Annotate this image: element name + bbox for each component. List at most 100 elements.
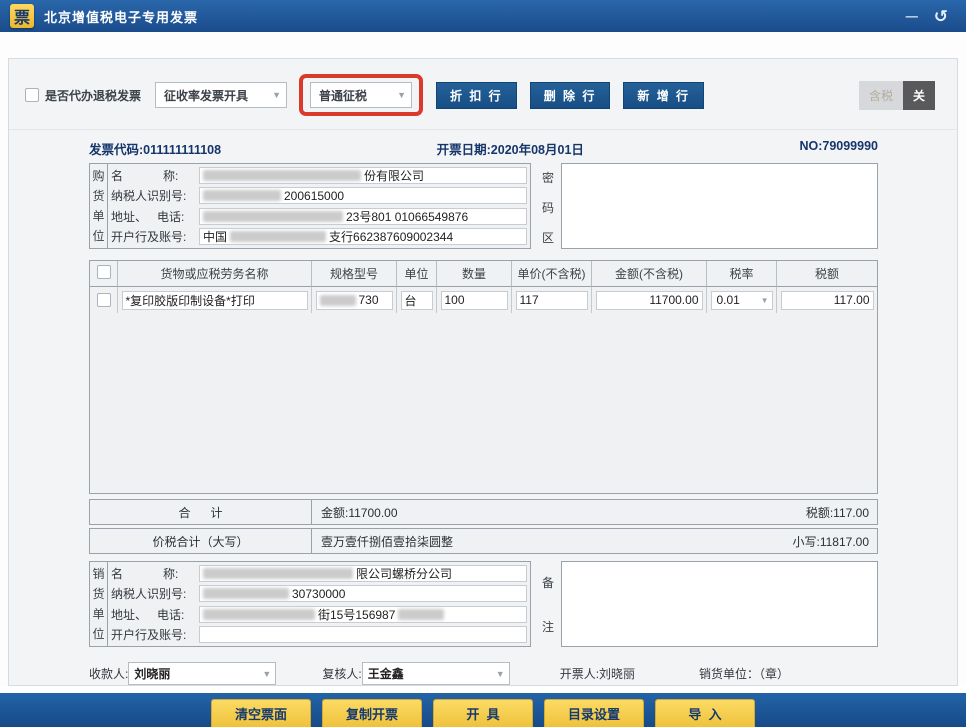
item-amount-field[interactable]: 11700.00 <box>596 291 703 310</box>
window-titlebar: 票 北京增值税电子专用发票 ─ ↺ <box>0 0 966 32</box>
buyer-section: 购货单位 名 称: 份有限公司 纳税人识别号: <box>89 163 878 253</box>
item-name-field[interactable]: *复印胶版印制设备*打印 <box>122 291 308 310</box>
col-amount: 金额(不含税) <box>592 261 707 287</box>
window-title: 北京增值税电子专用发票 <box>44 7 198 26</box>
buyer-bank-value: 支行662387609002344 <box>329 228 453 245</box>
redacted-text <box>230 231 326 242</box>
reviewer-select[interactable]: 王金鑫 ▼ <box>362 662 510 685</box>
item-price-field[interactable]: 117 <box>516 291 588 310</box>
items-table: 货物或应税劳务名称 规格型号 单位 数量 单价(不含税) 金额(不含税) 税率 … <box>89 260 878 494</box>
password-area[interactable] <box>561 163 878 249</box>
reviewer-label: 复核人: <box>322 665 361 682</box>
item-rate-select[interactable]: 0.01 ▼ <box>711 291 773 310</box>
select-all-checkbox[interactable] <box>97 265 111 279</box>
item-tax-field[interactable]: 117.00 <box>781 291 874 310</box>
row-checkbox[interactable] <box>97 293 111 307</box>
app-logo-icon: 票 <box>10 4 34 28</box>
col-spec: 规格型号 <box>312 261 397 287</box>
issue-mode-select[interactable]: 征收率发票开具 ▼ <box>155 82 287 108</box>
item-spec-value: 730 <box>359 293 379 307</box>
col-goods-name: 货物或应税劳务名称 <box>118 261 312 287</box>
add-row-button[interactable]: 新 增 行 <box>623 82 704 109</box>
import-button[interactable]: 导 入 <box>655 699 755 727</box>
signer-row: 收款人: 刘晓丽 ▼ 复核人: 王金鑫 ▼ 开票人:刘晓丽 销货单位：（章） <box>89 662 878 685</box>
buyer-name-value: 份有限公司 <box>364 167 424 184</box>
delete-row-button[interactable]: 删 除 行 <box>530 82 611 109</box>
copy-invoice-button[interactable]: 复制开票 <box>322 699 422 727</box>
discount-row-button[interactable]: 折 扣 行 <box>436 82 517 109</box>
app-window: 票 北京增值税电子专用发票 ─ ↺ 是否代办退税发票 征收率发票开具 ▼ 普通征… <box>0 0 966 727</box>
totals-label: 合 计 <box>90 500 312 524</box>
seller-seal-text: 销货单位：（章） <box>699 665 789 682</box>
seller-tax-id-value: 30730000 <box>292 587 345 601</box>
buyer-bank-field[interactable]: 中国 支行662387609002344 <box>199 228 527 245</box>
item-qty-field[interactable]: 100 <box>441 291 508 310</box>
seller-address-field[interactable]: 街15号156987 <box>199 606 527 623</box>
items-empty-area <box>90 313 877 493</box>
minimize-button[interactable]: ─ <box>906 8 918 25</box>
tax-included-label[interactable]: 含税 <box>859 81 903 110</box>
reviewer-value: 王金鑫 <box>368 665 404 682</box>
chevron-down-icon: ▼ <box>496 669 505 679</box>
chevron-down-icon: ▼ <box>397 90 406 100</box>
seller-bank-field[interactable] <box>199 626 527 643</box>
seller-box: 销货单位 名 称: 限公司螺桥分公司 纳税人识别号: <box>89 561 531 647</box>
invoice-code: 发票代码:011111111108 <box>89 139 221 158</box>
buyer-address-field[interactable]: 23号801 01066549876 <box>199 208 527 225</box>
chevron-down-icon: ▼ <box>761 296 769 305</box>
buyer-address-label: 地址、 电话: <box>111 208 199 225</box>
remark-area[interactable] <box>561 561 878 647</box>
buyer-tax-id-value: 200615000 <box>284 189 344 203</box>
redacted-text <box>203 170 361 181</box>
seller-tax-id-field[interactable]: 30730000 <box>199 585 527 602</box>
item-rate-value: 0.01 <box>717 293 740 307</box>
buyer-bank-label: 开户行及账号: <box>111 228 199 245</box>
toolbar: 是否代办退税发票 征收率发票开具 ▼ 普通征税 ▼ 折 扣 行 删 除 行 新 … <box>9 59 957 130</box>
refund-checkbox-label: 是否代办退税发票 <box>45 87 141 104</box>
select-all-cell <box>90 261 118 287</box>
issue-mode-value: 征收率发票开具 <box>164 87 248 104</box>
invoice-panel: 是否代办退税发票 征收率发票开具 ▼ 普通征税 ▼ 折 扣 行 删 除 行 新 … <box>8 58 958 686</box>
tax-off-button[interactable]: 关 <box>903 81 935 110</box>
seller-side-label: 销货单位 <box>90 562 108 646</box>
invoice-number: NO:79099990 <box>799 139 878 158</box>
payee-value: 刘晓丽 <box>134 665 170 682</box>
tax-included-toggle: 含税 关 <box>859 81 935 110</box>
highlight-red-box: 普通征税 ▼ <box>299 74 423 116</box>
buyer-tax-id-field[interactable]: 200615000 <box>199 187 527 204</box>
redacted-text <box>203 190 281 201</box>
directory-settings-button[interactable]: 目录设置 <box>544 699 644 727</box>
issue-button[interactable]: 开 具 <box>433 699 533 727</box>
seller-address-value: 街15号156987 <box>318 606 395 623</box>
seller-section: 销货单位 名 称: 限公司螺桥分公司 纳税人识别号: <box>89 561 878 649</box>
item-unit-field[interactable]: 台 <box>401 291 433 310</box>
seller-name-field[interactable]: 限公司螺桥分公司 <box>199 565 527 582</box>
tax-mode-value: 普通征税 <box>319 87 367 104</box>
payee-label: 收款人: <box>89 665 128 682</box>
totals-row: 合 计 金额:11700.00 税额:117.00 <box>89 499 878 525</box>
col-unit: 单位 <box>397 261 437 287</box>
back-icon[interactable]: ↺ <box>934 8 948 25</box>
redacted-text <box>203 211 343 222</box>
col-qty: 数量 <box>437 261 512 287</box>
chevron-down-icon: ▼ <box>262 669 271 679</box>
refund-checkbox[interactable] <box>25 88 39 102</box>
tax-mode-select[interactable]: 普通征税 ▼ <box>310 82 412 108</box>
bottom-action-bar: 清空票面 复制开票 开 具 目录设置 导 入 <box>0 693 966 727</box>
payee-select[interactable]: 刘晓丽 ▼ <box>128 662 276 685</box>
col-tax: 税额 <box>777 261 877 287</box>
seller-name-label: 名 称: <box>111 565 199 582</box>
clear-invoice-button[interactable]: 清空票面 <box>211 699 311 727</box>
invoice-date: 开票日期:2020年08月01日 <box>437 139 584 158</box>
seller-address-label: 地址、 电话: <box>111 606 199 623</box>
seller-name-value: 限公司螺桥分公司 <box>356 565 452 582</box>
buyer-name-label: 名 称: <box>111 167 199 184</box>
buyer-box: 购货单位 名 称: 份有限公司 纳税人识别号: <box>89 163 531 249</box>
item-spec-field[interactable]: 730 <box>316 291 393 310</box>
buyer-tax-id-label: 纳税人识别号: <box>111 187 199 204</box>
buyer-name-field[interactable]: 份有限公司 <box>199 167 527 184</box>
redacted-text <box>203 568 353 579</box>
invoice-meta-row: 发票代码:011111111108 开票日期:2020年08月01日 NO:79… <box>89 139 878 158</box>
item-name-value: *复印胶版印制设备*打印 <box>126 292 255 309</box>
col-price: 单价(不含税) <box>512 261 592 287</box>
